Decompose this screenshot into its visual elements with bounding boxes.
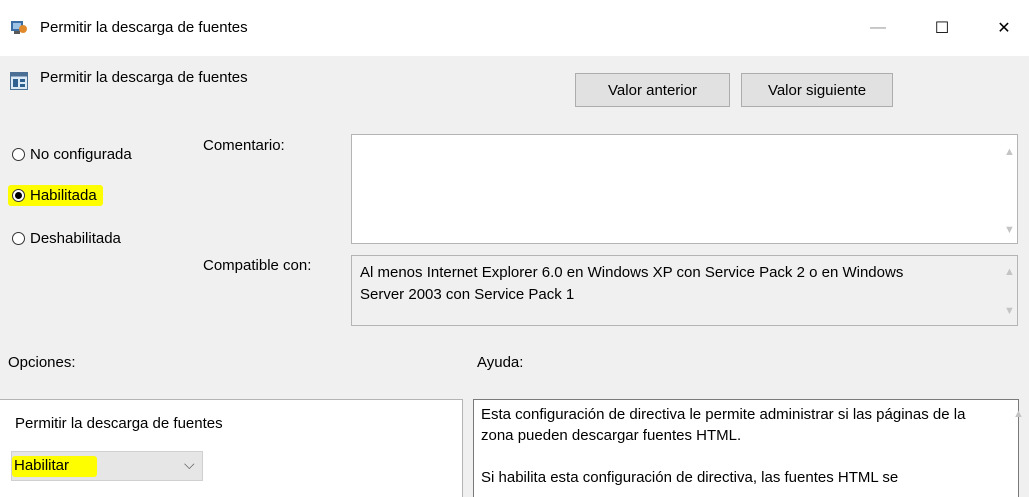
help-paragraph: Esta configuración de directiva le permi… (481, 406, 966, 444)
scroll-up-icon[interactable]: ▲ (1004, 266, 1015, 278)
scroll-down-icon[interactable]: ▼ (1004, 305, 1015, 317)
select-value-text: Habilitar (12, 456, 98, 477)
window-title: Permitir la descarga de fuentes (40, 19, 248, 36)
previous-setting-button[interactable]: Valor anterior (575, 73, 730, 107)
maximize-button[interactable]: ☐ (922, 10, 962, 46)
minimize-button[interactable]: — (858, 10, 898, 46)
help-label: Ayuda: (477, 354, 524, 371)
scroll-up-icon[interactable]: ▲ (1013, 408, 1024, 420)
policy-title: Permitir la descarga de fuentes (40, 69, 248, 86)
radio-not-configured[interactable]: No configurada (12, 143, 132, 165)
next-setting-button[interactable]: Valor siguiente (741, 73, 893, 107)
comment-label: Comentario: (203, 137, 285, 154)
option-field-label: Permitir la descarga de fuentes (15, 415, 223, 432)
radio-disabled[interactable]: Deshabilitada (12, 227, 121, 249)
radio-label: No configurada (30, 145, 132, 163)
chevron-down-icon[interactable]: ⌵ (184, 456, 195, 473)
scroll-up-icon[interactable]: ▲ (1004, 146, 1015, 158)
help-paragraph: Si habilita esta configuración de direct… (481, 469, 899, 486)
compatible-label: Compatible con: (203, 257, 312, 274)
radio-circle[interactable] (12, 231, 25, 245)
policy-app-icon (11, 21, 27, 34)
radio-label: Deshabilitada (30, 229, 121, 247)
help-text: Esta configuración de directiva le permi… (481, 404, 1001, 488)
comment-textarea[interactable] (351, 134, 1018, 244)
policy-setting-icon (10, 72, 28, 90)
scroll-down-icon[interactable]: ▼ (1004, 224, 1015, 236)
options-panel (0, 399, 463, 497)
select-value: Habilitar (12, 456, 98, 477)
compatible-text: Al menos Internet Explorer 6.0 en Window… (360, 264, 904, 303)
radio-label: Habilitada (30, 186, 97, 204)
radio-circle-selected[interactable] (12, 188, 25, 202)
options-label: Opciones: (8, 354, 76, 371)
radio-enabled[interactable]: Habilitada (8, 184, 103, 206)
radio-circle[interactable] (12, 147, 25, 161)
close-button[interactable]: ✕ (984, 10, 1024, 46)
